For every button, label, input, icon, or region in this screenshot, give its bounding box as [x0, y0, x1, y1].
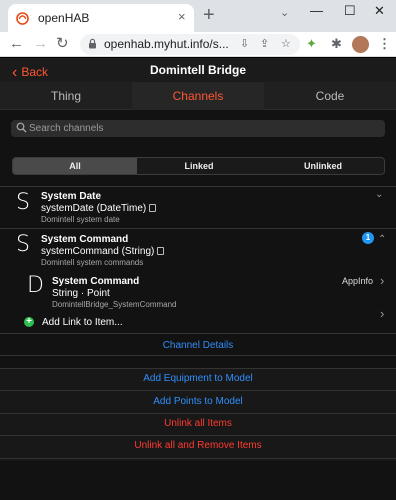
- channel-id: systemDate (DateTime): [41, 203, 157, 214]
- divider: [0, 355, 396, 356]
- reload-icon[interactable]: ↻: [56, 35, 69, 53]
- chevron-right-icon[interactable]: ›: [380, 307, 384, 320]
- add-equipment-button[interactable]: Add Equipment to Model: [0, 373, 396, 384]
- channel-description: Domintell system commands: [41, 258, 144, 267]
- lock-icon: [89, 38, 96, 49]
- divider: [0, 435, 396, 436]
- tab-thing[interactable]: Thing: [0, 82, 132, 110]
- unlink-all-button[interactable]: Unlink all Items: [0, 418, 396, 429]
- page-navbar: ‹ Back Domintell Bridge: [0, 58, 396, 82]
- url-text[interactable]: openhab.myhut.info/s...: [104, 37, 229, 51]
- minimize-button[interactable]: —: [310, 3, 323, 19]
- segment-linked[interactable]: Linked: [137, 158, 261, 174]
- tab-close-icon[interactable]: ×: [178, 9, 186, 25]
- channel-id-text: systemCommand (String): [41, 246, 155, 257]
- divider: [0, 333, 396, 334]
- share-icon[interactable]: ⇪: [260, 37, 269, 52]
- back-arrow-icon[interactable]: ←: [9, 35, 24, 53]
- tab-bar: Thing Channels Code: [0, 82, 396, 110]
- install-icon[interactable]: ⇩: [240, 37, 249, 52]
- channel-id: systemCommand (String): [41, 246, 165, 257]
- unlink-remove-button[interactable]: Unlink all and Remove Items: [0, 440, 396, 451]
- item-type: String · Point: [52, 288, 110, 299]
- channel-title: System Date: [41, 191, 102, 202]
- segment-unlinked[interactable]: Unlinked: [261, 158, 384, 174]
- add-points-button[interactable]: Add Points to Model: [0, 396, 396, 407]
- divider: [0, 413, 396, 414]
- chevron-down-icon[interactable]: ⌄: [375, 189, 383, 201]
- appinfo-tag: AppInfo: [342, 276, 374, 286]
- filter-segmented-control: All Linked Unlinked: [12, 157, 385, 175]
- channel-id-text: systemDate (DateTime): [41, 203, 147, 214]
- tab-code[interactable]: Code: [264, 82, 396, 110]
- openhab-favicon-icon: [16, 12, 29, 25]
- chevron-right-icon[interactable]: ›: [380, 274, 384, 287]
- new-tab-button[interactable]: +: [203, 5, 215, 25]
- tab-channels[interactable]: Channels: [132, 82, 264, 110]
- browser-tab-strip: openHAB × + ⌄ — ☐ ✕: [0, 0, 396, 32]
- tab-search-icon[interactable]: ⌄: [280, 5, 289, 21]
- search-input[interactable]: [29, 120, 379, 137]
- search-box[interactable]: [11, 120, 385, 137]
- divider: [0, 390, 396, 391]
- add-link-label: Add Link to Item...: [42, 317, 123, 328]
- bookmark-star-icon[interactable]: ☆: [281, 37, 291, 52]
- segment-all[interactable]: All: [13, 158, 137, 174]
- chevron-up-icon[interactable]: ⌃: [378, 234, 386, 246]
- maximize-button[interactable]: ☐: [344, 3, 356, 19]
- channel-item-system-command[interactable]: S System Command systemCommand (String) …: [0, 229, 396, 269]
- divider: [0, 458, 396, 459]
- channel-title: System Command: [41, 234, 129, 245]
- item-name: DomintellBridge_SystemCommand: [52, 300, 177, 309]
- address-bar[interactable]: openhab.myhut.info/s... ⇩ ⇪ ☆: [80, 34, 300, 55]
- copy-icon[interactable]: [149, 204, 157, 212]
- copy-icon[interactable]: [157, 247, 165, 255]
- extensions-puzzle-icon[interactable]: ✱: [331, 36, 342, 52]
- page-title: Domintell Bridge: [149, 63, 246, 77]
- forward-arrow-icon[interactable]: →: [33, 35, 48, 53]
- actions-list: Add Equipment to Model Add Points to Mod…: [0, 368, 396, 461]
- app-page: ‹ Back Domintell Bridge Thing Channels Co…: [0, 58, 396, 500]
- browser-tab-title: openHAB: [38, 11, 90, 25]
- divider: [0, 368, 396, 369]
- close-window-button[interactable]: ✕: [374, 3, 385, 19]
- channel-item-system-date[interactable]: S System Date systemDate (DateTime) Domi…: [0, 187, 396, 227]
- browser-tab[interactable]: openHAB ×: [8, 4, 194, 32]
- add-circle-icon: +: [24, 317, 34, 327]
- channel-letter: S: [16, 232, 30, 257]
- extension-icon[interactable]: ✦: [306, 36, 317, 52]
- channel-description: Domintell system date: [41, 215, 120, 224]
- browser-toolbar: ← → ↻ openhab.myhut.info/s... ⇩ ⇪ ☆ ✦ ✱ …: [0, 32, 396, 57]
- item-letter: D: [27, 273, 44, 298]
- add-link-row[interactable]: + Add Link to Item... ›: [0, 307, 396, 330]
- browser-menu-icon[interactable]: ⋮: [378, 36, 391, 52]
- linked-count-badge: 1: [362, 232, 374, 244]
- item-label: System Command: [52, 276, 140, 287]
- channel-letter: S: [16, 190, 30, 215]
- search-icon: [16, 122, 27, 133]
- profile-avatar[interactable]: [352, 36, 369, 53]
- channel-details-link[interactable]: Channel Details: [0, 340, 396, 351]
- linked-item-row[interactable]: D System Command String · Point Domintel…: [0, 271, 396, 311]
